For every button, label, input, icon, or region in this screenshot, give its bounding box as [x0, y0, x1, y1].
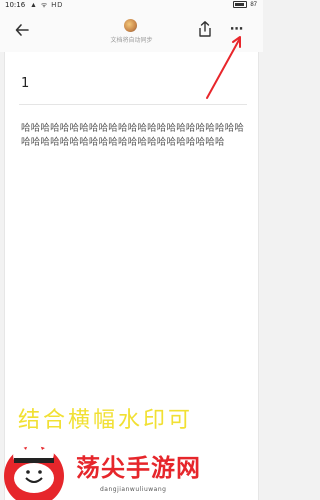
more-horizontal-icon: ⋯ [230, 21, 244, 36]
page-title[interactable]: 1 [21, 76, 29, 91]
status-bar: 10:16 ▲ ᯤ HD 87 [0, 0, 263, 12]
battery-icon [233, 1, 248, 8]
chef-logo-icon [4, 442, 64, 500]
sync-status: 文档将自动同步 [110, 37, 153, 44]
site-name: 荡尖手游网 [76, 454, 201, 482]
status-time: 10:16 [5, 1, 26, 9]
title-divider [19, 104, 247, 105]
document-toolbar: 文档将自动同步 ⋯ [0, 12, 263, 52]
share-icon [199, 21, 211, 37]
more-button[interactable]: ⋯ [227, 20, 247, 38]
signal-icons: ▲ ᯤ HD [30, 2, 64, 9]
battery-level: 87 [250, 1, 257, 8]
avatar[interactable] [124, 19, 137, 32]
share-button[interactable] [196, 20, 214, 38]
battery-indicator: 87 [233, 1, 257, 8]
site-url: dangjianwuliuwang [100, 486, 167, 493]
document-body[interactable]: 哈哈哈哈哈哈哈哈哈哈哈哈哈哈哈哈哈哈哈哈哈哈哈哈哈哈哈哈哈哈哈哈哈哈哈哈哈哈哈哈… [21, 122, 247, 150]
